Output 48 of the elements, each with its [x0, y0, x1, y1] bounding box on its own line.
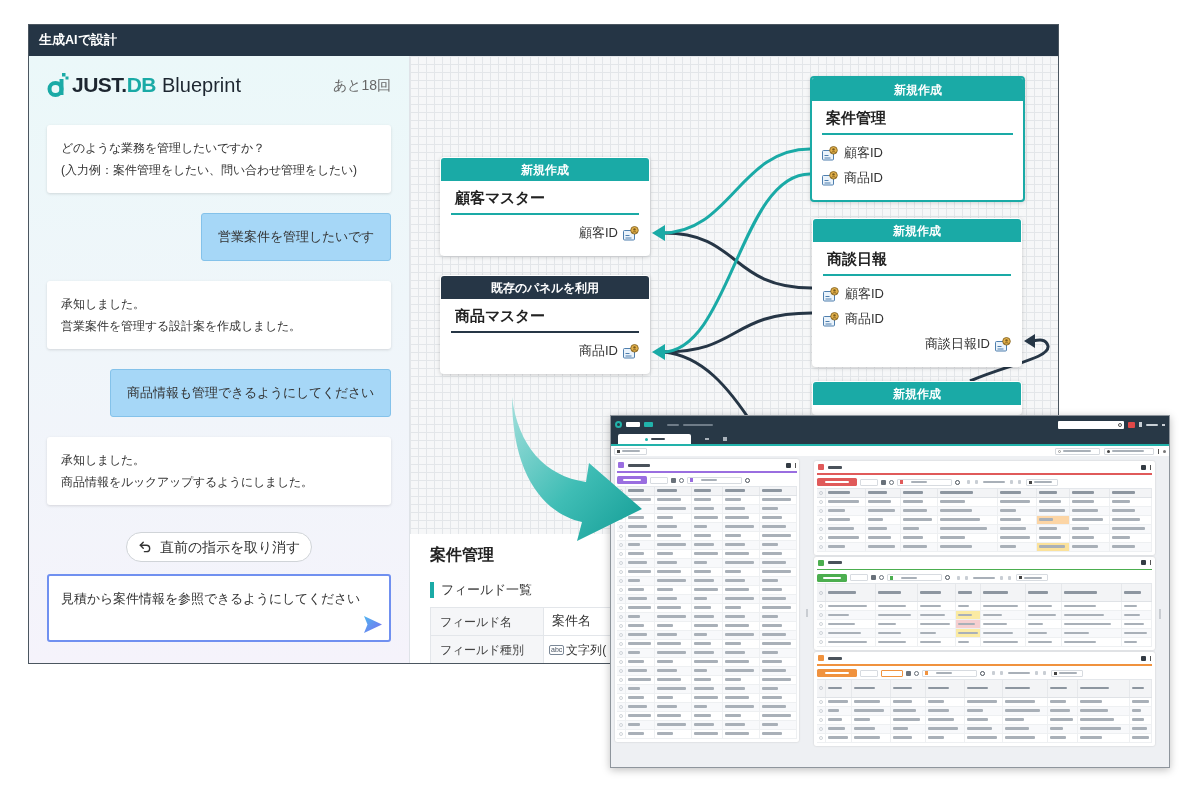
table-cell: フィールド種別 — [431, 636, 544, 663]
field-label: 顧客ID — [845, 285, 884, 303]
field-label: 商品ID — [844, 169, 883, 187]
table-cell: フィールド名 — [431, 608, 544, 635]
logo-wordmark: JUST.DB — [72, 72, 157, 98]
table-cell-text: 案件名 — [551, 613, 592, 631]
field-type-text: 文字列( — [566, 641, 607, 659]
field-label: 商品ID — [579, 342, 618, 360]
card-badge-icon — [823, 311, 839, 327]
card-badge-icon — [623, 225, 639, 241]
field-label: 顧客ID — [844, 144, 883, 162]
logo-product-name: Blueprint — [162, 73, 241, 98]
node-header: 既存のパネルを利用 — [441, 276, 649, 299]
panel-title: 案件管理 — [430, 545, 494, 565]
user-message: 商品情報も管理できるようにしてください — [110, 369, 391, 417]
remaining-count: あと18回 — [333, 75, 391, 95]
table-node[interactable]: 既存のパネルを利用 商品マスター 商品ID — [440, 275, 650, 374]
assistant-message: 承知しました。 商品情報をルックアップするようにしました。 — [47, 437, 391, 505]
undo-button[interactable]: 直前の指示を取り消す — [126, 532, 312, 562]
node-title: 案件管理 — [826, 108, 886, 128]
undo-icon — [138, 540, 152, 554]
field-label: 顧客ID — [579, 224, 618, 242]
node-title: 顧客マスター — [455, 188, 545, 208]
assistant-message: 承知しました。 営業案件を管理する設計案を作成しました。 — [47, 281, 391, 349]
node-header: 新規作成 — [813, 382, 1021, 405]
logo-icon — [47, 72, 69, 98]
card-badge-icon — [623, 343, 639, 359]
send-icon — [364, 616, 382, 633]
node-header: 新規作成 — [441, 158, 649, 181]
field-label: 商談日報ID — [925, 335, 990, 353]
card-badge-icon — [995, 336, 1011, 352]
assistant-message: どのような業務を管理したいですか？ (入力例：案件管理をしたい、問い合わせ管理をしたい) — [47, 125, 391, 193]
table-node[interactable]: 新規作成 案件管理 顧客ID 商品ID — [810, 76, 1025, 202]
window-title: 生成AIで設計 — [39, 32, 117, 50]
node-header: 新規作成 — [812, 78, 1023, 101]
card-badge-icon — [822, 145, 838, 161]
send-button[interactable] — [364, 616, 382, 633]
user-message: 営業案件を管理したいです — [201, 213, 391, 261]
card-badge-icon — [823, 286, 839, 302]
node-title: 商品マスター — [455, 306, 545, 326]
table-node[interactable]: 新規作成 顧客マスター 顧客ID — [440, 157, 650, 256]
table-node[interactable]: 新規作成 商談日報 顧客ID 商品ID 商談日報ID — [812, 218, 1022, 367]
node-header: 新規作成 — [813, 219, 1021, 242]
node-title: 商談日報 — [827, 249, 887, 269]
field-label: 商品ID — [845, 310, 884, 328]
section-title: フィールド一覧 — [430, 582, 532, 598]
card-badge-icon — [822, 170, 838, 186]
message-input[interactable]: 見積から案件情報を参照できるようにしてください — [47, 574, 391, 642]
